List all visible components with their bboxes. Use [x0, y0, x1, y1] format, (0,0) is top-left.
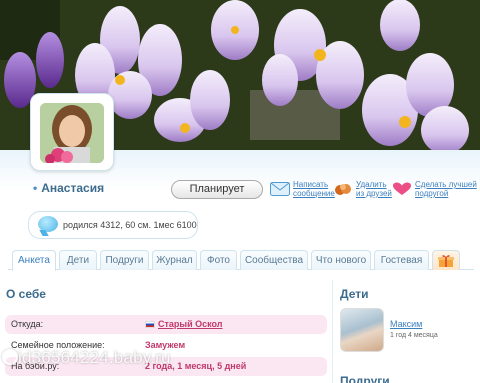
about-value-from[interactable]: Старый Оскол: [145, 319, 223, 329]
about-row-from: Откуда: Старый Оскол: [5, 315, 327, 334]
about-key-from: Откуда:: [11, 319, 44, 329]
child-age: 1 год 4 месяца: [390, 332, 438, 339]
tab-kids[interactable]: Дети: [59, 250, 97, 270]
avatar-frame: [30, 93, 114, 171]
best-friend-action[interactable]: Сделать лучшей подругой: [392, 180, 477, 202]
tab-whats-new[interactable]: Что нового: [311, 250, 371, 270]
watermark-logo-icon: [2, 349, 18, 365]
tab-guestbook[interactable]: Гостевая: [374, 250, 429, 270]
write-message-line2: сообщение: [293, 189, 335, 198]
remove-friend-icon: [335, 184, 351, 195]
speech-bubble-icon: [38, 216, 58, 232]
kids-title: Дети: [340, 287, 369, 301]
remove-friend-line2: из друзей: [356, 189, 392, 198]
remove-friend-line1: Удалить: [356, 180, 387, 189]
tab-anketa[interactable]: Анкета: [12, 250, 56, 271]
profile-name-text: Анастасия: [41, 181, 105, 195]
remove-friend-link[interactable]: Удалить из друзей: [356, 180, 392, 198]
profile-name: • Анастасия: [33, 181, 104, 195]
child-name-link[interactable]: Максим: [390, 319, 422, 329]
plans-button[interactable]: Планирует: [171, 180, 263, 199]
gift-icon: [438, 255, 454, 267]
tab-gifts[interactable]: [432, 250, 460, 270]
write-message-line1: Написать: [293, 180, 329, 189]
status-box: родился 4312, 60 см. 1мес 6100: [28, 211, 198, 239]
envelope-icon: [270, 182, 290, 196]
tab-journal[interactable]: Журнал: [152, 250, 197, 270]
best-friend-link[interactable]: Сделать лучшей подругой: [415, 180, 477, 198]
child-photo[interactable]: [340, 308, 384, 352]
column-divider: [332, 280, 333, 383]
friends-title-partial: Подруги: [340, 374, 390, 383]
tab-photo[interactable]: Фото: [200, 250, 237, 270]
avatar[interactable]: [40, 103, 104, 163]
write-message-link[interactable]: Написать сообщение: [293, 180, 335, 198]
heart-icon: [393, 182, 411, 195]
tab-communities[interactable]: Сообщества: [240, 250, 308, 270]
avatar-photo: [40, 103, 104, 163]
best-friend-line1: Сделать лучшей: [415, 180, 477, 189]
watermark: id36564224.baby.ru: [18, 348, 171, 367]
city-link[interactable]: Старый Оскол: [158, 319, 223, 329]
status-text: родился 4312, 60 см. 1мес 6100: [63, 220, 197, 230]
best-friend-line2: подругой: [415, 189, 449, 198]
about-title: О себе: [6, 287, 46, 301]
bullet-dot: •: [33, 181, 38, 195]
remove-friend-action[interactable]: Удалить из друзей: [333, 180, 392, 202]
russia-flag-icon: [145, 321, 155, 328]
tab-friends[interactable]: Подруги: [100, 250, 149, 270]
profile-tabs: Анкета Дети Подруги Журнал Фото Сообщест…: [8, 248, 474, 271]
write-message-action[interactable]: Написать сообщение: [270, 180, 335, 202]
